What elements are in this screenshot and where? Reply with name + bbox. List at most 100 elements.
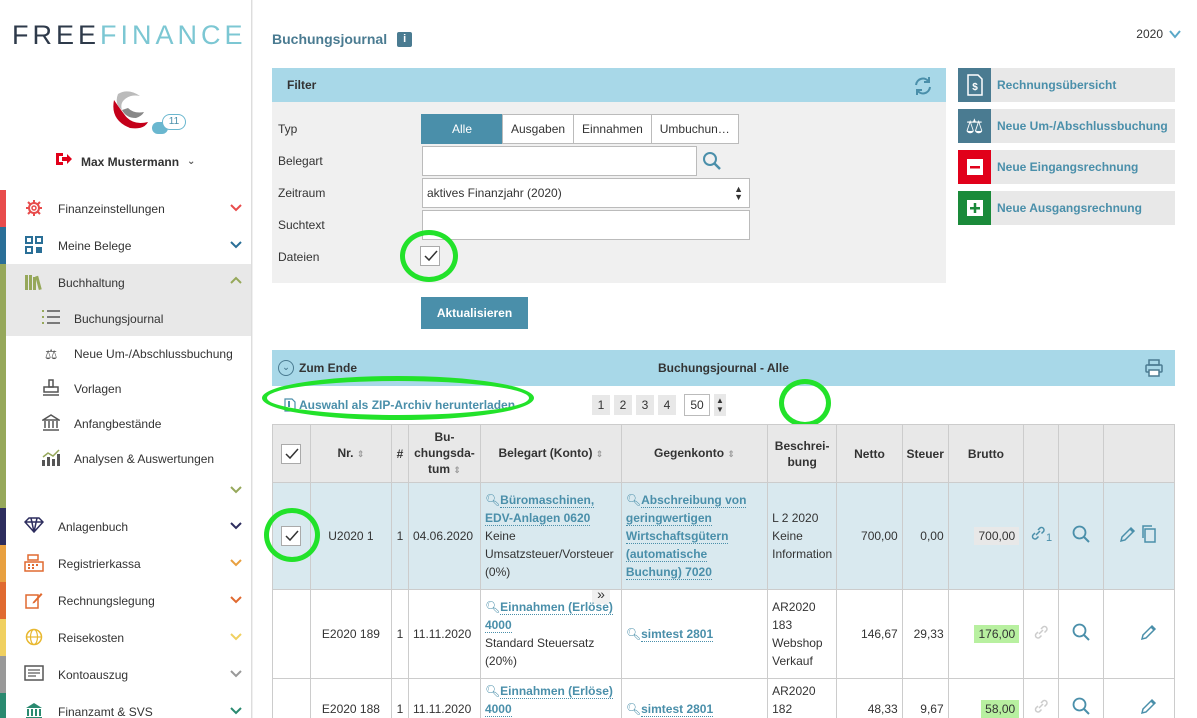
search-icon: 🔍︎ xyxy=(625,701,642,716)
page-2[interactable]: 2 xyxy=(614,395,632,415)
link-icon[interactable] xyxy=(1033,698,1049,714)
search-icon[interactable] xyxy=(1072,525,1090,543)
cell-steuer: 9,67 xyxy=(901,678,949,718)
table-row[interactable]: U2020 1 1 04.06.2020 🔍︎Büromaschinen, ED… xyxy=(264,482,1176,590)
table-row[interactable]: E2020 189 1 11.11.2020 🔍︎Einnahmen (Erlö… xyxy=(272,589,1176,679)
pencil-icon[interactable] xyxy=(1119,525,1137,543)
subnav-collapse[interactable] xyxy=(0,476,251,508)
col-nr[interactable]: Nr. ⇕ xyxy=(309,424,393,483)
logout-icon[interactable] xyxy=(55,152,73,171)
page-4[interactable]: 4 xyxy=(658,395,676,415)
belegart-link[interactable]: Einnahmen (Erlöse) 4000 xyxy=(484,600,613,633)
user-name: Max Mustermann xyxy=(81,154,180,169)
cell-hash: 1 xyxy=(391,678,409,718)
belegart-link[interactable]: Büromaschinen, EDV-Anlagen 0620 xyxy=(484,493,595,526)
nav-kontoauszug[interactable]: Kontoauszug xyxy=(0,656,251,693)
page-size-select[interactable]: 50 xyxy=(684,394,710,416)
nav-meine-belege[interactable]: Meine Belege xyxy=(0,227,251,264)
gegenkonto-link[interactable]: simtest 2801 xyxy=(641,701,714,717)
link-icon[interactable] xyxy=(1030,526,1046,544)
nav-stripe xyxy=(0,656,6,693)
cell-beschreibung: L 2 2020 Keine Information xyxy=(767,482,838,590)
cell-netto: 48,33 xyxy=(836,678,903,718)
typ-label: Typ xyxy=(278,122,298,136)
link-icon[interactable] xyxy=(1033,624,1049,640)
nav-label: Meine Belege xyxy=(58,238,132,253)
col-belegart[interactable]: Belegart (Konto) ⇕ xyxy=(479,424,622,483)
zum-ende-link[interactable]: ⌄ Zum Ende xyxy=(278,360,357,376)
plus-icon xyxy=(958,191,991,225)
typ-alle[interactable]: Alle xyxy=(421,114,503,144)
sort-icon: ⇕ xyxy=(453,465,461,475)
subnav-vorlagen[interactable]: Vorlagen xyxy=(0,371,251,406)
belegart-tax: Keine Umsatzsteuer/Vorsteuer (0%) xyxy=(484,529,614,579)
search-icon[interactable] xyxy=(702,151,722,171)
rechnungsuebersicht-button[interactable]: $ Rechnungsübersicht xyxy=(958,68,1175,102)
nav-finanzamt[interactable]: Finanzamt & SVS xyxy=(0,693,251,718)
typ-segmented: Alle Ausgaben Einnahmen Umbuchun… xyxy=(421,114,739,144)
suchtext-label: Suchtext xyxy=(278,218,325,232)
cell-view xyxy=(1057,589,1104,679)
info-icon[interactable]: i xyxy=(397,31,413,47)
search-icon[interactable] xyxy=(1072,697,1090,715)
col-gegenkonto[interactable]: Gegenkonto ⇕ xyxy=(620,424,769,483)
nav-anlagenbuch[interactable]: Anlagenbuch xyxy=(0,508,251,545)
search-icon[interactable] xyxy=(1072,623,1090,641)
subnav-anfangbestaende[interactable]: Anfangbestände xyxy=(0,406,251,441)
main-content: Buchungsjournal i 2020 Filter Typ Alle A… xyxy=(253,0,1197,718)
page-3[interactable]: 3 xyxy=(636,395,654,415)
belegart-input[interactable] xyxy=(422,146,697,176)
cell-datum: 04.06.2020 xyxy=(408,482,481,590)
nav-stripe xyxy=(0,336,6,371)
suchtext-input[interactable] xyxy=(422,210,750,240)
col-label: # xyxy=(396,446,404,461)
col-steuer: Steuer xyxy=(901,424,949,483)
table-row[interactable]: E2020 188 1 11.11.2020 🔍︎Einnahmen (Erlö… xyxy=(272,678,1176,718)
chevron-down-icon xyxy=(230,559,242,567)
nav-finanzeinstellungen[interactable]: Finanzeinstellungen xyxy=(0,190,251,227)
avatar[interactable] xyxy=(100,86,152,138)
filter-header: Filter xyxy=(272,68,946,102)
refresh-icon[interactable] xyxy=(912,75,934,97)
belegart-link[interactable]: Einnahmen (Erlöse) 4000 xyxy=(484,684,613,717)
typ-umbuchungen[interactable]: Umbuchun… xyxy=(650,114,739,144)
aktualisieren-button[interactable]: Aktualisieren xyxy=(421,297,528,329)
nav-registrierkassa[interactable]: Registrierkassa xyxy=(0,545,251,582)
subnav-analysen[interactable]: Analysen & Auswertungen xyxy=(0,441,251,476)
gegenkonto-link[interactable]: Abschreibung von geringwertigen Wirtscha… xyxy=(625,493,747,580)
nav-stripe xyxy=(0,582,6,619)
brutto-value: 58,00 xyxy=(981,699,1020,718)
nav-buchhaltung[interactable]: Buchhaltung xyxy=(0,264,251,301)
select-all-checkbox[interactable] xyxy=(281,443,302,464)
gegenkonto-link[interactable]: simtest 2801 xyxy=(641,627,714,642)
nav-reisekosten[interactable]: Reisekosten xyxy=(0,619,251,656)
subnav-buchungsjournal[interactable]: Buchungsjournal xyxy=(0,301,251,336)
neue-ausgangsrechnung-button[interactable]: Neue Ausgangsrechnung xyxy=(958,191,1175,225)
year-selector[interactable]: 2020 xyxy=(1136,27,1181,41)
chat-badge[interactable]: 11 xyxy=(150,114,188,138)
col-datum[interactable]: Bu-chungsda-tum ⇕ xyxy=(408,424,481,483)
page-1[interactable]: 1 xyxy=(592,395,610,415)
copy-icon[interactable] xyxy=(1140,524,1158,543)
typ-einnahmen[interactable]: Einnahmen xyxy=(573,114,652,144)
subnav-neue-umbuchung[interactable]: ⚖ Neue Um-/Abschlussbuchung xyxy=(0,336,251,371)
neue-eingangsrechnung-button[interactable]: Neue Eingangsrechnung xyxy=(958,150,1175,184)
brand-logo[interactable]: FREEFINANCE xyxy=(12,20,247,51)
nav-stripe xyxy=(0,508,6,545)
typ-ausgaben[interactable]: Ausgaben xyxy=(502,114,575,144)
subnav-label: Analysen & Auswertungen xyxy=(74,451,215,466)
main-nav: Finanzeinstellungen Meine Belege Buchhal… xyxy=(0,190,251,718)
print-icon[interactable] xyxy=(1145,359,1163,377)
cell-netto: 700,00 xyxy=(836,482,903,590)
pencil-icon[interactable] xyxy=(1140,623,1158,641)
cell-gegenkonto: 🔍︎simtest 2801 xyxy=(620,678,769,718)
page-title-text: Buchungsjournal xyxy=(272,31,388,47)
action-label: Neue Ausgangsrechnung xyxy=(997,201,1142,215)
user-menu[interactable]: Max Mustermann ⌄ xyxy=(55,152,195,171)
cell-netto: 146,67 xyxy=(836,589,903,679)
neue-umbuchung-button[interactable]: ⚖ Neue Um-/Abschlussbuchung xyxy=(958,109,1175,143)
pencil-icon[interactable] xyxy=(1140,697,1158,715)
statement-icon xyxy=(24,665,44,685)
zeitraum-select[interactable]: aktives Finanzjahr (2020) ▲ ▼ xyxy=(422,178,750,208)
nav-rechnungslegung[interactable]: Rechnungslegung xyxy=(0,582,251,619)
